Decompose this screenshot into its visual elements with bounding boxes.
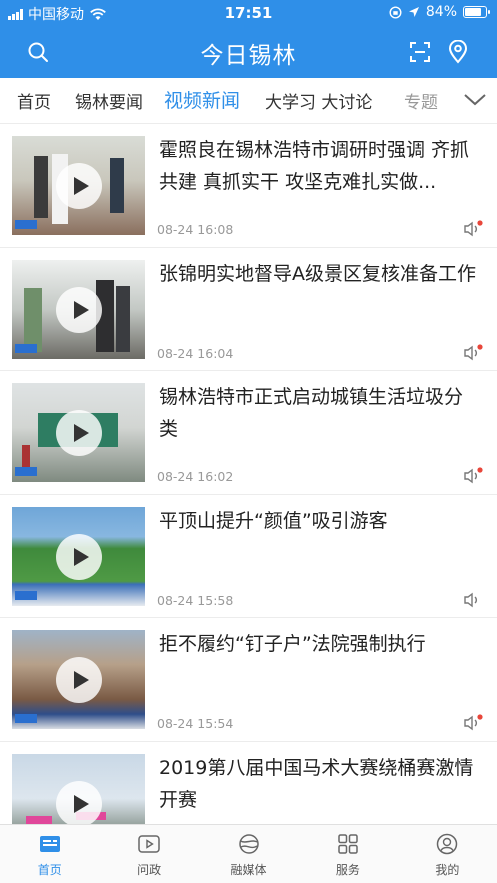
play-icon[interactable] xyxy=(56,533,102,580)
video-thumbnail[interactable] xyxy=(12,259,145,359)
play-icon[interactable] xyxy=(56,286,102,333)
tabbar-label: 融媒体 xyxy=(230,863,267,877)
tabbar-label: 服务 xyxy=(335,863,360,877)
news-time: 08-24 15:54 xyxy=(157,716,234,731)
tab-study-discussion[interactable]: 大学习 大讨论 xyxy=(265,88,372,113)
play-icon[interactable] xyxy=(56,657,102,703)
audio-icon[interactable] xyxy=(463,714,483,732)
play-icon[interactable] xyxy=(56,163,102,209)
status-bar: 中国移动 17:51 84% xyxy=(0,0,497,26)
play-box-icon xyxy=(138,835,160,853)
tabbar-home[interactable]: 首页 xyxy=(0,825,99,883)
audio-icon[interactable] xyxy=(463,220,483,238)
news-title: 2019第八届中国马术大赛绕桶赛激情开赛 xyxy=(159,756,474,811)
battery-percent: 84% xyxy=(425,4,457,20)
play-icon[interactable] xyxy=(56,410,102,456)
news-time: 08-24 16:08 xyxy=(157,222,234,237)
tab-special[interactable]: 专题 xyxy=(404,88,438,113)
channel-logo xyxy=(15,714,37,723)
home-icon xyxy=(39,836,60,852)
tabbar-media[interactable]: 融媒体 xyxy=(199,825,298,883)
tabbar-label: 问政 xyxy=(137,863,162,877)
news-title: 张锦明实地督导A级景区复核准备工作 xyxy=(159,262,476,285)
channel-logo xyxy=(15,220,37,229)
channel-logo xyxy=(15,343,37,353)
news-title: 霍照良在锡林浩特市调研时强调 齐抓共建 真抓实干 攻坚克难扎实做... xyxy=(159,139,470,193)
audio-icon[interactable] xyxy=(463,467,483,485)
tabbar-profile[interactable]: 我的 xyxy=(398,825,497,883)
audio-icon[interactable] xyxy=(463,343,483,362)
audio-icon[interactable] xyxy=(463,591,483,609)
video-thumbnail[interactable] xyxy=(12,136,145,235)
news-title: 锡林浩特市正式启动城镇生活垃圾分类 xyxy=(159,386,464,440)
orientation-lock-icon xyxy=(389,5,402,19)
channel-logo xyxy=(15,467,37,476)
news-list: 霍照良在锡林浩特市调研时强调 齐抓共建 真抓实干 攻坚克难扎实做... 08-2… xyxy=(0,124,497,824)
tabbar-label: 我的 xyxy=(435,863,460,877)
app-header: 今日锡林 xyxy=(0,26,497,78)
news-item[interactable]: 平顶山提升“颜值”吸引游客 08-24 15:58 xyxy=(0,495,497,618)
tabbar-inquiry[interactable]: 问政 xyxy=(99,825,198,883)
news-item[interactable]: 霍照良在锡林浩特市调研时强调 齐抓共建 真抓实干 攻坚克难扎实做... 08-2… xyxy=(0,124,497,248)
category-tabs: 首页 锡林要闻 视频新闻 大学习 大讨论 专题 xyxy=(0,78,497,124)
scan-icon[interactable] xyxy=(406,38,434,66)
chevron-down-icon[interactable] xyxy=(463,90,487,110)
news-time: 08-24 16:02 xyxy=(157,469,234,484)
location-arrow-icon xyxy=(408,7,419,17)
bottom-tab-bar: 首页 问政 融媒体 服务 我的 xyxy=(0,824,497,883)
play-icon[interactable] xyxy=(56,780,102,824)
tab-xilin-news[interactable]: 锡林要闻 xyxy=(75,88,143,113)
news-item[interactable]: 锡林浩特市正式启动城镇生活垃圾分类 08-24 16:02 xyxy=(0,371,497,495)
news-time: 08-24 15:58 xyxy=(157,592,234,608)
globe-icon xyxy=(238,834,259,854)
news-item[interactable]: 张锦明实地督导A级景区复核准备工作 08-24 16:04 xyxy=(0,248,497,371)
video-thumbnail[interactable] xyxy=(12,630,145,729)
tabbar-label: 首页 xyxy=(37,863,62,877)
news-item[interactable]: 2019第八届中国马术大赛绕桶赛激情开赛 xyxy=(0,742,497,824)
tab-video-news[interactable]: 视频新闻 xyxy=(164,86,240,113)
video-thumbnail[interactable] xyxy=(12,383,145,482)
news-item[interactable]: 拒不履约“钉子户”法院强制执行 08-24 15:54 xyxy=(0,618,497,742)
tabbar-services[interactable]: 服务 xyxy=(298,825,397,883)
channel-logo xyxy=(15,590,37,600)
news-title: 拒不履约“钉子户”法院强制执行 xyxy=(159,633,426,655)
tab-home[interactable]: 首页 xyxy=(17,88,51,113)
battery-icon xyxy=(463,6,490,18)
video-thumbnail[interactable] xyxy=(12,506,145,606)
user-icon xyxy=(437,833,458,855)
grid-icon xyxy=(338,834,358,854)
news-title: 平顶山提升“颜值”吸引游客 xyxy=(159,509,388,532)
location-icon[interactable] xyxy=(444,38,472,66)
news-time: 08-24 16:04 xyxy=(157,345,234,361)
video-thumbnail[interactable] xyxy=(12,753,145,824)
